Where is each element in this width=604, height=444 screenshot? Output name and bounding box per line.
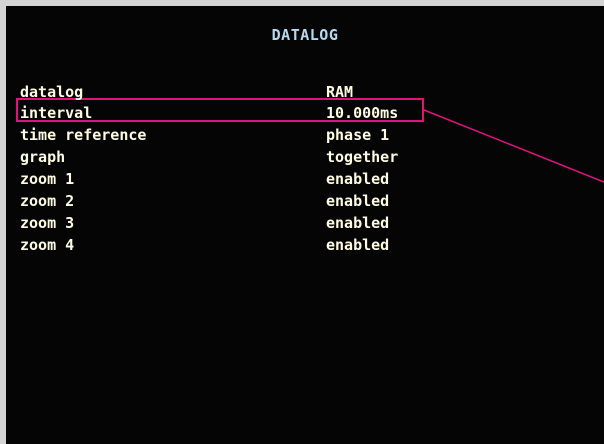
setting-label: zoom 1 <box>20 170 75 188</box>
setting-row-zoom-2[interactable]: zoom 2 enabled <box>20 190 500 212</box>
setting-value: enabled <box>326 214 390 232</box>
setting-row-zoom-4[interactable]: zoom 4 enabled <box>20 234 500 256</box>
setting-value: RAM <box>326 83 354 101</box>
setting-value: enabled <box>326 192 390 210</box>
setting-row-time-reference[interactable]: time reference phase 1 <box>20 124 500 146</box>
setting-label: zoom 4 <box>20 236 75 254</box>
setting-label: datalog <box>20 83 84 101</box>
screen-title: DATALOG <box>271 26 339 44</box>
setting-row-zoom-3[interactable]: zoom 3 enabled <box>20 212 500 234</box>
setting-label: graph <box>20 148 66 166</box>
setting-row-datalog[interactable]: datalog RAM <box>20 81 500 103</box>
setting-label: interval <box>20 104 93 122</box>
setting-value: enabled <box>326 236 390 254</box>
setting-value: 10.000ms <box>326 104 399 122</box>
setting-row-interval[interactable]: interval 10.000ms <box>20 102 500 124</box>
setting-value: phase 1 <box>326 126 390 144</box>
setting-value: together <box>326 148 399 166</box>
setting-row-zoom-1[interactable]: zoom 1 enabled <box>20 168 500 190</box>
setting-label: zoom 2 <box>20 192 75 210</box>
datalog-screen: DATALOG datalog RAM interval 10.000ms ti… <box>6 6 604 444</box>
setting-label: zoom 3 <box>20 214 75 232</box>
setting-row-graph[interactable]: graph together <box>20 146 500 168</box>
setting-value: enabled <box>326 170 390 188</box>
setting-label: time reference <box>20 126 147 144</box>
